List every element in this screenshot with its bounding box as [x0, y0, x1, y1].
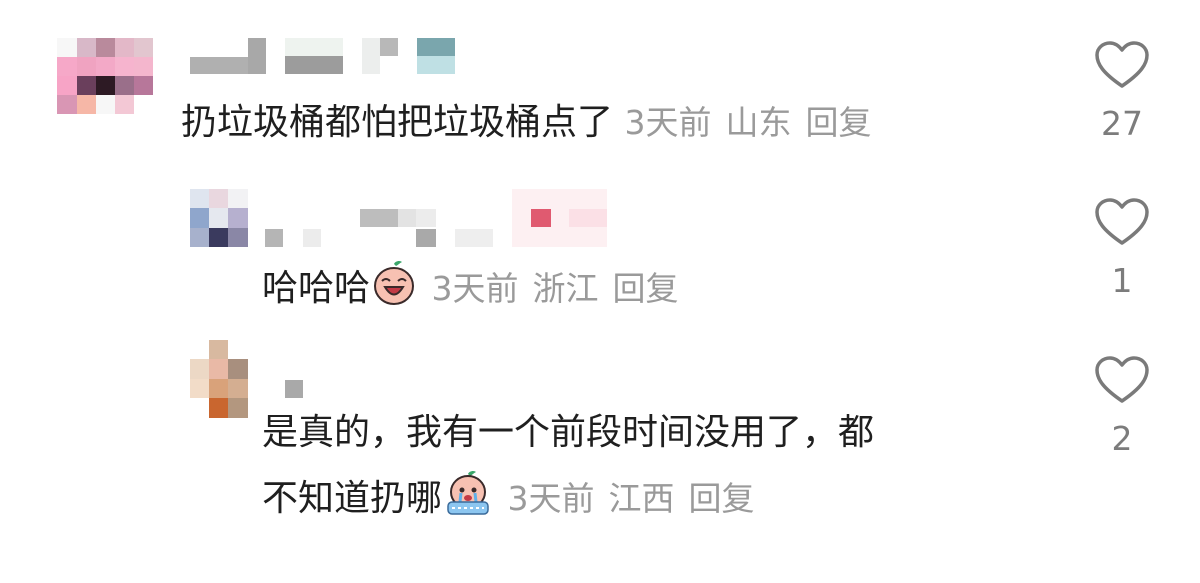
comment-time: 3天前 — [624, 103, 712, 142]
comment-body: 扔垃圾桶都怕把垃圾桶点了 — [181, 102, 614, 143]
avatar[interactable] — [57, 38, 153, 114]
reply-comment-item: 哈哈哈 3天前 浙江 回复 1 — [0, 175, 1200, 335]
username-blurred[interactable] — [265, 189, 610, 247]
comment-item: 扔垃圾桶都怕把垃圾桶点了 3天前 山东 回复 27 — [0, 0, 1200, 175]
comment-location: 浙江 — [532, 269, 599, 308]
avatar[interactable] — [190, 340, 248, 418]
crying-laughing-peach-emoji — [372, 260, 416, 318]
username-blurred[interactable] — [190, 38, 460, 74]
comment-text-row: 哈哈哈 3天前 浙江 回复 — [262, 260, 692, 318]
like-button[interactable]: 1 — [1092, 197, 1152, 300]
heart-outline-icon[interactable] — [1092, 197, 1152, 247]
comment-location: 山东 — [725, 103, 792, 142]
comment-body-line-2: 不知道扔哪 — [262, 478, 443, 519]
heart-outline-icon[interactable] — [1092, 40, 1152, 90]
avatar[interactable] — [190, 189, 248, 247]
like-button[interactable]: 27 — [1092, 40, 1152, 143]
like-count: 2 — [1111, 419, 1133, 458]
like-count: 27 — [1101, 104, 1143, 143]
comment-body: 哈哈哈 — [262, 268, 371, 309]
username-blurred[interactable] — [285, 380, 305, 400]
reply-button[interactable]: 回复 — [688, 479, 754, 518]
comment-location: 江西 — [608, 479, 675, 518]
comment-text-line: 是真的，我有一个前段时间没用了，都 — [262, 410, 874, 456]
crying-peach-emoji — [444, 470, 492, 528]
like-count: 1 — [1111, 261, 1133, 300]
reply-button[interactable]: 回复 — [805, 103, 871, 142]
comment-body-line-1: 是真的，我有一个前段时间没用了，都 — [262, 412, 875, 453]
comment-time: 3天前 — [431, 269, 519, 308]
comment-time: 3天前 — [507, 479, 595, 518]
heart-outline-icon[interactable] — [1092, 355, 1152, 405]
like-button[interactable]: 2 — [1092, 355, 1152, 458]
reply-comment-item: 是真的，我有一个前段时间没用了，都 不知道扔哪 3天前 江西 回复 2 — [0, 335, 1200, 583]
comment-text-row: 不知道扔哪 3天前 江西 回复 — [262, 470, 768, 528]
reply-button[interactable]: 回复 — [612, 269, 678, 308]
comment-text-row: 扔垃圾桶都怕把垃圾桶点了 3天前 山东 回复 — [181, 100, 885, 146]
